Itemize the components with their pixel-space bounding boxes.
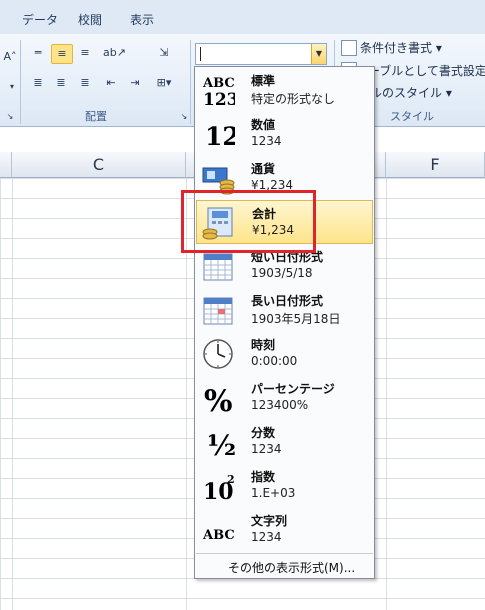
menu-item-example: 1.E+03 (251, 486, 296, 500)
grid-line (386, 178, 387, 610)
column-header-c[interactable]: C (12, 152, 186, 178)
svg-text:½: ½ (207, 429, 235, 459)
menu-item-example: 123400% (251, 398, 309, 412)
menu-item-fraction[interactable]: ½ 分数 1234 (196, 420, 373, 464)
menu-item-example: 1234 (251, 530, 282, 544)
menu-item-example: 1234 (251, 134, 282, 148)
align-middle-icon[interactable]: ≡ (51, 44, 73, 64)
conditional-format-button[interactable]: 条件付き書式 ▾ (360, 39, 442, 56)
more-number-formats-link[interactable]: その他の表示形式(M)... (228, 559, 355, 576)
svg-text:ABC: ABC (202, 76, 235, 91)
group-divider (20, 40, 21, 124)
format-as-table-button[interactable]: テーブルとして書式設定 ▾ (356, 62, 485, 79)
column-header-f[interactable]: F (386, 152, 485, 178)
group-divider (190, 40, 191, 124)
clock-icon (201, 337, 235, 371)
menu-item-title: 分数 (251, 426, 276, 440)
number-format-combo[interactable]: ▼ (195, 43, 327, 65)
menu-item-example: 1903年5月18日 (251, 312, 341, 326)
calendar-icon (201, 249, 235, 283)
menu-item-title: 文字列 (251, 514, 288, 528)
ribbon-tab-bar: データ 校閲 表示 (0, 0, 485, 34)
menu-item-title: 通貨 (251, 162, 276, 176)
text-cursor (200, 47, 201, 61)
menu-item-long-date[interactable]: 長い日付形式 1903年5月18日 (196, 288, 373, 332)
align-left-icon[interactable]: ≣ (28, 74, 48, 92)
alignment-launcher-icon[interactable]: ↘ (178, 108, 190, 126)
increase-indent-icon[interactable]: ⇥ (125, 74, 145, 92)
tab-view[interactable]: 表示 (130, 11, 154, 28)
cell-styles-button[interactable]: ルのスタイル ▾ (370, 84, 452, 101)
alignment-group-label: 配置 (85, 110, 107, 123)
font-size-icon[interactable]: A˄ (0, 48, 20, 66)
number-12-icon: 12 (201, 117, 240, 151)
menu-divider (196, 553, 373, 554)
svg-text:ABC: ABC (202, 528, 235, 543)
number-format-menu: ABC 123 標準 特定の形式なし 12 数値 1234 通貨 ¥1,234 会… (194, 66, 375, 579)
align-top-icon[interactable]: ═ (28, 44, 48, 62)
calendar-icon (201, 293, 235, 327)
menu-item-time[interactable]: 時刻 0:00:00 (196, 332, 373, 376)
menu-item-text[interactable]: ABC 文字列 1234 (196, 508, 373, 552)
menu-item-percentage[interactable]: % パーセンテージ 123400% (196, 376, 373, 420)
menu-item-title: 数値 (251, 118, 276, 132)
style-group-label: スタイル (390, 110, 434, 123)
menu-item-example: 1903/5/18 (251, 266, 313, 280)
menu-item-title: 指数 (251, 470, 276, 484)
merge-center-icon[interactable]: ⊞▾ (154, 74, 174, 92)
menu-item-title: パーセンテージ (251, 382, 335, 396)
align-center-icon[interactable]: ≣ (51, 74, 71, 92)
align-bottom-icon[interactable]: ≡ (75, 44, 95, 62)
menu-item-example: 0:00:00 (251, 354, 298, 368)
percent-icon: % (201, 381, 235, 419)
menu-item-title: 標準 (251, 74, 276, 88)
menu-item-example: 特定の形式なし (251, 92, 336, 106)
abc-text-icon: ABC (201, 513, 235, 547)
abc-123-icon: ABC 123 (201, 73, 239, 110)
menu-item-general[interactable]: ABC 123 標準 特定の形式なし (196, 68, 373, 112)
wrap-text-icon[interactable]: ⇲ (154, 44, 174, 62)
decrease-indent-icon[interactable]: ⇤ (101, 74, 121, 92)
chevron-down-icon[interactable]: ▼ (311, 44, 326, 64)
svg-text:12: 12 (205, 122, 235, 151)
menu-item-scientific[interactable]: 10 2 指数 1.E+03 (196, 464, 373, 508)
menu-item-title: 時刻 (251, 338, 276, 352)
font-launcher-icon[interactable]: ↘ (4, 108, 16, 126)
fraction-icon: ½ (201, 425, 236, 462)
menu-item-number[interactable]: 12 数値 1234 (196, 112, 373, 156)
annotation-highlight-box (181, 190, 316, 253)
orientation-icon[interactable]: ab↗ (103, 44, 126, 62)
svg-text:2: 2 (227, 473, 235, 486)
grid-line (12, 178, 13, 610)
font-dropdown-icon[interactable]: ▾ (2, 78, 22, 96)
align-right-icon[interactable]: ≣ (75, 74, 95, 92)
menu-item-example: 1234 (251, 442, 282, 456)
menu-item-title: 長い日付形式 (251, 294, 324, 308)
conditional-format-icon (341, 40, 357, 56)
exponent-icon: 10 2 (201, 469, 235, 505)
column-header-partial[interactable] (0, 152, 12, 178)
tab-review[interactable]: 校閲 (78, 11, 102, 28)
svg-text:%: % (204, 384, 233, 415)
tab-data[interactable]: データ (22, 11, 58, 28)
svg-text:123: 123 (203, 90, 235, 107)
